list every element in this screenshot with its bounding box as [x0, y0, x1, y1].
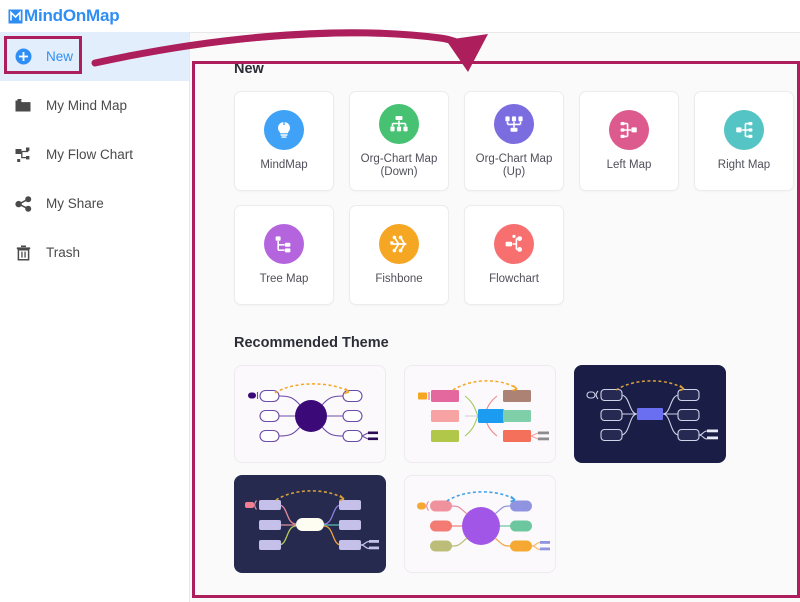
card-org-chart-map-down[interactable]: Org-Chart Map (Down) [349, 91, 449, 191]
logo-text: MindOnMap [24, 6, 120, 25]
sidebar-item-label: New [46, 49, 74, 64]
card-label: Tree Map [259, 273, 309, 285]
card-right-map[interactable]: Right Map [694, 91, 794, 191]
card-label: Flowchart [489, 273, 539, 285]
flowchart-icon [10, 147, 36, 163]
sidebar-item-label: Trash [46, 245, 81, 260]
m-letter-icon [8, 9, 23, 24]
theme-row-2 [234, 475, 800, 573]
card-label: Right Map [717, 159, 771, 171]
sidebar-item-label: My Share [46, 196, 104, 211]
org-chart-up-icon [494, 103, 534, 144]
sidebar-item-my-flow-chart[interactable]: My Flow Chart [0, 130, 189, 179]
card-tree-map[interactable]: Tree Map [234, 205, 334, 305]
card-fishbone[interactable]: Fishbone [349, 205, 449, 305]
new-section-title: New [234, 61, 264, 77]
sidebar-item-new[interactable]: New [0, 32, 189, 81]
fishbone-icon [379, 224, 419, 264]
card-left-map[interactable]: Left Map [579, 91, 679, 191]
sidebar-item-label: My Flow Chart [46, 147, 134, 162]
new-cards-row-1: MindMap Org-Chart Map (Down) Org-Chart M… [234, 91, 800, 191]
sidebar-item-my-share[interactable]: My Share [0, 179, 189, 228]
card-label: Fishbone [375, 273, 423, 285]
new-cards-row-2: Tree Map Fishbone Flowchart [234, 205, 800, 305]
plus-circle-icon [10, 48, 36, 65]
folder-icon [10, 98, 36, 113]
card-label: Left Map [606, 159, 652, 171]
left-map-icon [609, 110, 649, 150]
tree-map-icon [264, 224, 304, 264]
card-mindmap[interactable]: MindMap [234, 91, 334, 191]
sidebar: New My Mind Map My Flow Chart My Share T… [0, 32, 190, 602]
lightbulb-icon [264, 110, 304, 150]
sidebar-item-label: My Mind Map [46, 98, 128, 113]
theme-thumbnail-purple-light[interactable] [234, 365, 386, 463]
sidebar-item-trash[interactable]: Trash [0, 228, 189, 277]
theme-thumbnail-colorful-light[interactable] [404, 365, 556, 463]
share-icon [10, 195, 36, 212]
card-label: Org-Chart Map (Up) [475, 152, 553, 178]
theme-thumbnail-navy-white[interactable] [234, 475, 386, 573]
card-label: Org-Chart Map (Down) [360, 152, 438, 178]
app-root: MindOnMap New My Mind Map My Flow Chart … [0, 0, 800, 602]
card-flowchart[interactable]: Flowchart [464, 205, 564, 305]
sidebar-item-my-mind-map[interactable]: My Mind Map [0, 81, 189, 130]
org-chart-down-icon [379, 103, 419, 144]
card-org-chart-map-up[interactable]: Org-Chart Map (Up) [464, 91, 564, 191]
recommended-section-title: Recommended Theme [234, 335, 389, 351]
theme-thumbnail-navy-blue[interactable] [574, 365, 726, 463]
flowchart-card-icon [494, 224, 534, 264]
theme-row-1 [234, 365, 800, 463]
content-panel: New MindMap Org-Chart Map (Down) Org-Cha… [190, 32, 800, 602]
right-map-icon [724, 110, 764, 150]
theme-thumbnail-violet-light[interactable] [404, 475, 556, 573]
logo-wordmark: MindOnMap [8, 6, 120, 26]
app-logo[interactable]: MindOnMap [0, 0, 190, 32]
trash-icon [10, 245, 36, 261]
card-label: MindMap [260, 159, 308, 171]
